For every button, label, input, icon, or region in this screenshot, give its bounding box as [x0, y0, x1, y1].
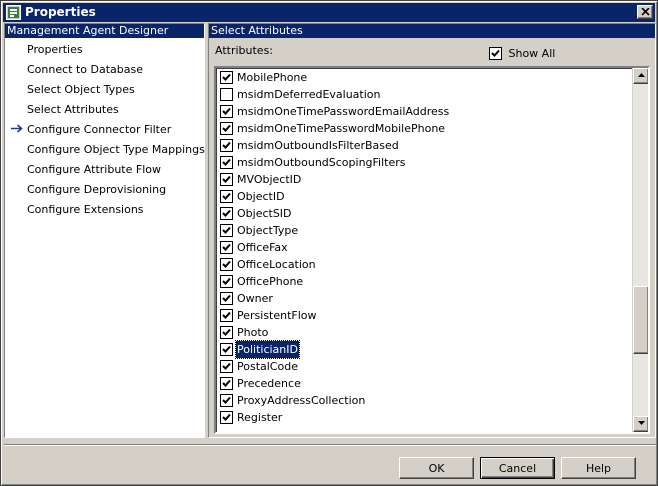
designer-nav-panel: Management Agent Designer Properties Conn…: [4, 23, 205, 438]
checkmark-icon: [222, 396, 231, 404]
attribute-checkbox[interactable]: [220, 139, 233, 152]
attribute-checkbox[interactable]: [220, 241, 233, 254]
attribute-checkbox[interactable]: [220, 377, 233, 390]
attribute-checkbox[interactable]: [220, 343, 233, 356]
attribute-name: ObjectID: [237, 190, 285, 203]
attributes-list[interactable]: MobilePhone msidmDeferredEvaluation msidmO…: [214, 66, 650, 434]
scroll-down-arrow-icon: [637, 421, 645, 425]
attribute-checkbox[interactable]: [220, 411, 233, 424]
properties-app-icon: [6, 5, 21, 20]
attribute-checkbox[interactable]: [220, 88, 233, 101]
select-attributes-panel: Select Attributes Attributes: Show All M…: [208, 23, 656, 438]
attribute-checkbox[interactable]: [220, 309, 233, 322]
nav-item-configure-extensions[interactable]: Configure Extensions: [27, 202, 144, 218]
nav-item-select-attributes[interactable]: Select Attributes: [27, 102, 119, 118]
attribute-name: OfficeLocation: [237, 258, 316, 271]
attribute-name: Owner: [237, 292, 273, 305]
attribute-checkbox[interactable]: [220, 156, 233, 169]
title-bar[interactable]: Properties: [3, 3, 655, 22]
attribute-name: MVObjectID: [237, 173, 302, 186]
attribute-checkbox[interactable]: [220, 292, 233, 305]
designer-nav-header: Management Agent Designer: [5, 24, 204, 38]
attribute-checkbox[interactable]: [220, 105, 233, 118]
attribute-checkbox[interactable]: [220, 258, 233, 271]
nav-item-properties[interactable]: Properties: [27, 42, 83, 58]
attributes-label: Attributes:: [215, 44, 274, 57]
show-all-checkbox[interactable]: Show All: [489, 46, 555, 60]
attribute-name: ObjectType: [237, 224, 299, 237]
window-title: Properties: [25, 5, 96, 19]
help-button[interactable]: Help: [561, 457, 636, 479]
checkmark-icon: [222, 345, 231, 353]
checkmark-icon: [222, 209, 231, 217]
attribute-name: PoliticianID: [235, 340, 300, 359]
attribute-checkbox[interactable]: [220, 71, 233, 84]
checkmark-icon: [222, 328, 231, 336]
checkmark-icon: [222, 362, 231, 370]
nav-item-configure-connector-filter[interactable]: Configure Connector Filter: [27, 122, 171, 138]
attribute-name: msidmOutboundIsFilterBased: [237, 139, 399, 152]
attribute-name: MobilePhone: [237, 71, 308, 84]
attribute-checkbox[interactable]: [220, 275, 233, 288]
attribute-checkbox[interactable]: [220, 224, 233, 237]
close-button[interactable]: [637, 5, 653, 19]
checkmark-icon: [222, 192, 231, 200]
cancel-button[interactable]: Cancel: [480, 457, 555, 479]
scroll-up-button[interactable]: [633, 68, 648, 84]
checkmark-icon: [222, 277, 231, 285]
attribute-name: msidmOutboundScopingFilters: [237, 156, 406, 169]
checkmark-icon: [222, 294, 231, 302]
checkmark-icon: [222, 243, 231, 251]
checkmark-icon: [222, 226, 231, 234]
show-all-label: Show All: [508, 46, 556, 60]
attribute-name: ProxyAddressCollection: [237, 394, 366, 407]
properties-dialog: Properties Management Agent Designer Pro…: [0, 0, 658, 486]
attribute-checkbox[interactable]: [220, 122, 233, 135]
attribute-name: PersistentFlow: [237, 309, 317, 322]
scroll-up-arrow-icon: [637, 73, 645, 77]
attribute-name: PostalCode: [237, 360, 298, 373]
checkmark-icon: [222, 379, 231, 387]
checkmark-icon: [222, 413, 231, 421]
nav-item-configure-object-type-mappings[interactable]: Configure Object Type Mappings: [27, 142, 205, 158]
attribute-checkbox[interactable]: [220, 190, 233, 203]
show-all-check[interactable]: [489, 46, 502, 60]
ok-button[interactable]: OK: [399, 457, 474, 479]
attribute-checkbox[interactable]: [220, 173, 233, 186]
nav-item-connect-to-database[interactable]: Connect to Database: [27, 62, 143, 78]
checkmark-icon: [222, 73, 231, 81]
checkmark-icon: [222, 124, 231, 132]
checkmark-icon: [222, 141, 231, 149]
nav-item-configure-attribute-flow[interactable]: Configure Attribute Flow: [27, 162, 161, 178]
attribute-name: msidmDeferredEvaluation: [237, 88, 381, 101]
attribute-checkbox[interactable]: [220, 360, 233, 373]
attributes-scrollbar[interactable]: [632, 68, 648, 432]
attribute-name: Register: [237, 411, 283, 424]
attribute-name: Precedence: [237, 377, 301, 390]
attribute-name: msidmOneTimePasswordMobilePhone: [237, 122, 446, 135]
attribute-name: OfficeFax: [237, 241, 288, 254]
attribute-checkbox[interactable]: [220, 326, 233, 339]
arrow-right-icon: [11, 124, 23, 133]
checkmark-icon: [222, 158, 231, 166]
attribute-name: Photo: [237, 326, 269, 339]
scroll-down-button[interactable]: [633, 416, 648, 432]
button-area-separator: [4, 444, 656, 446]
attribute-checkbox[interactable]: [220, 394, 233, 407]
checkmark-icon: [222, 175, 231, 183]
checkmark-icon: [222, 311, 231, 319]
attribute-name: ObjectSID: [237, 207, 292, 220]
nav-item-select-object-types[interactable]: Select Object Types: [27, 82, 135, 98]
select-attributes-header: Select Attributes: [209, 24, 655, 38]
attribute-checkbox[interactable]: [220, 207, 233, 220]
nav-item-configure-deprovisioning[interactable]: Configure Deprovisioning: [27, 182, 166, 198]
attribute-name: msidmOneTimePasswordEmailAddress: [237, 105, 450, 118]
checkmark-icon: [491, 49, 500, 57]
scroll-thumb[interactable]: [633, 286, 648, 354]
close-icon: [640, 8, 650, 16]
checkmark-icon: [222, 107, 231, 115]
attribute-name: OfficePhone: [237, 275, 304, 288]
checkmark-icon: [222, 260, 231, 268]
